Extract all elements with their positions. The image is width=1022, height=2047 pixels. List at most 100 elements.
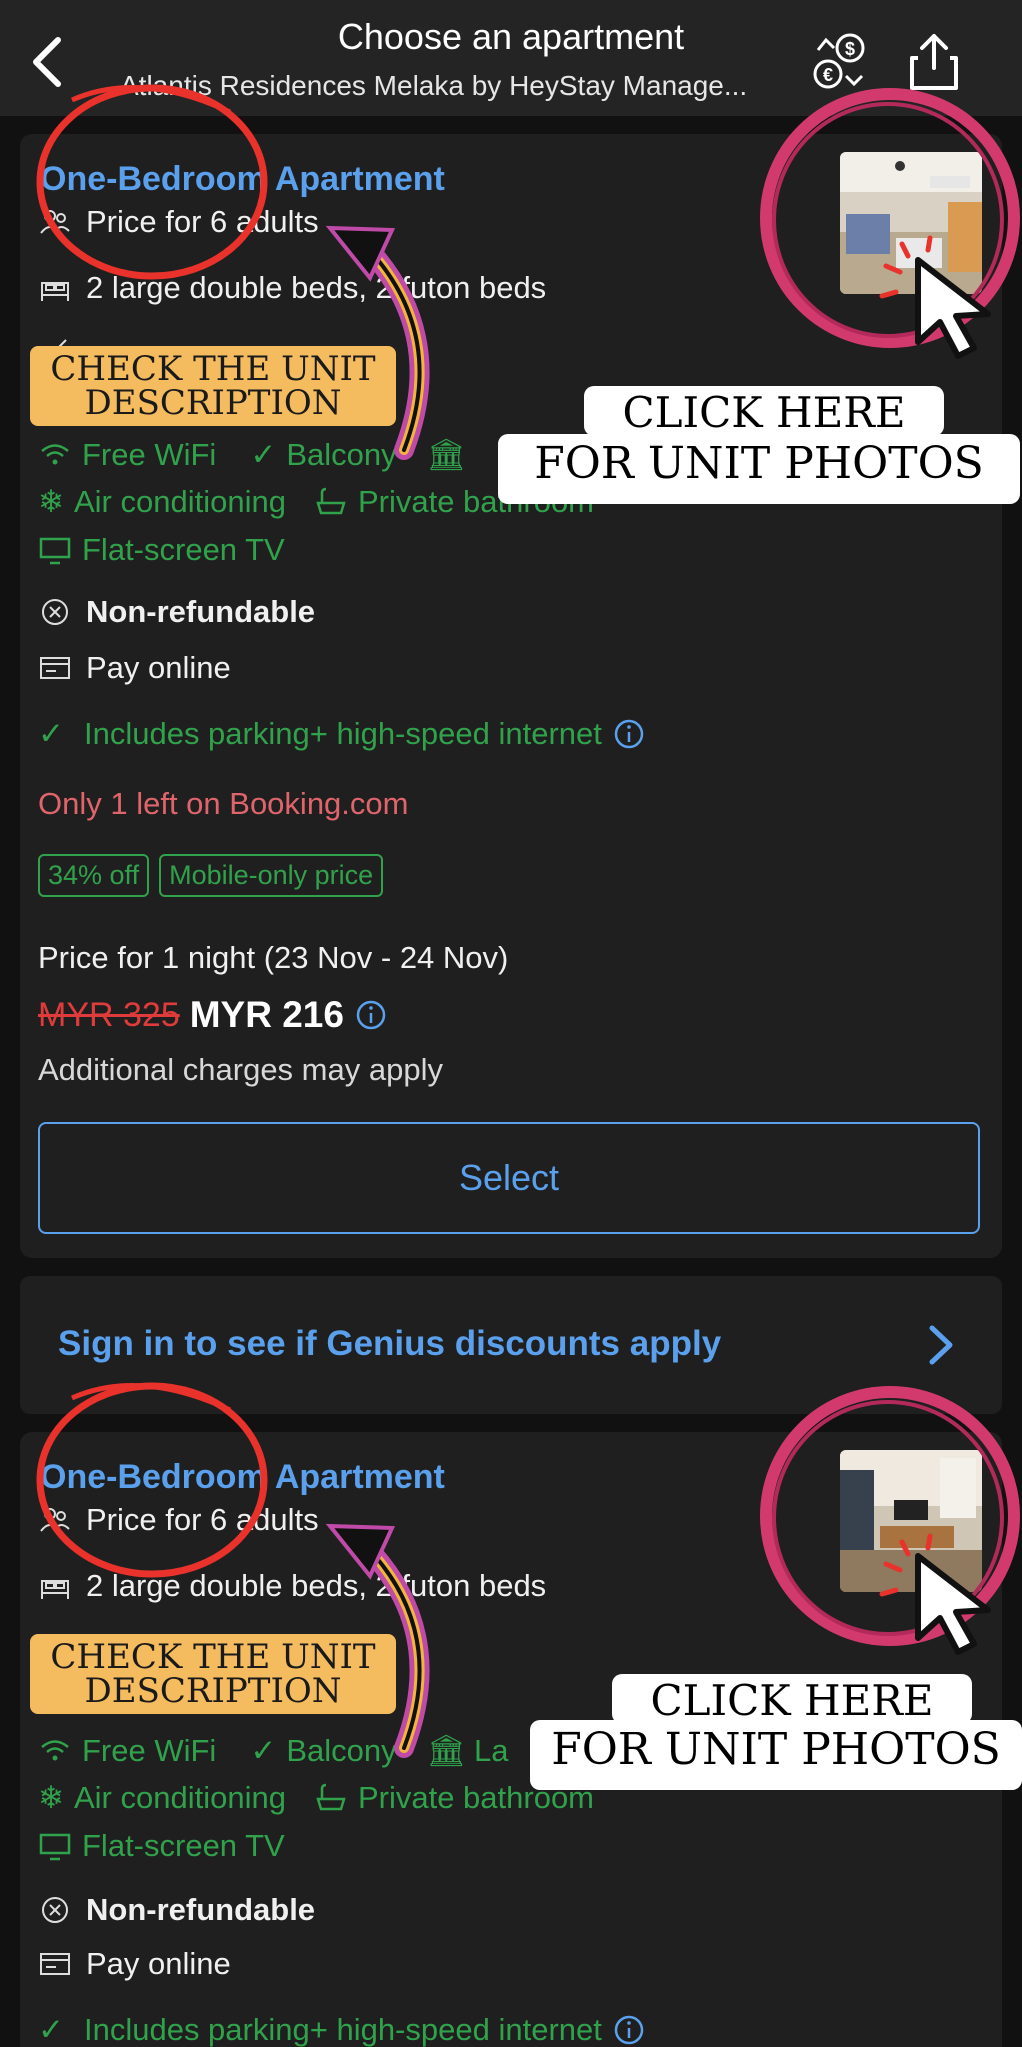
- beds-text: 2 large double beds, 2 futon beds: [86, 1568, 547, 1603]
- credit-card-icon: [40, 657, 70, 679]
- bathtub-icon: [316, 1783, 346, 1811]
- includes-text: Includes parking+ high-speed internet: [83, 716, 602, 751]
- badges-row: 34% off Mobile-only price: [38, 854, 393, 897]
- facility-wifi: Free WiFi: [82, 1732, 217, 1768]
- tag-line-1: CHECK THE UNIT: [50, 349, 376, 389]
- dining-room-photo: [840, 1450, 982, 1592]
- landmark-icon: 🏛: [426, 437, 466, 472]
- living-room-photo: [840, 152, 982, 294]
- room-title-link[interactable]: One-Bedroom Apartment: [40, 160, 445, 199]
- bed-icon: [41, 282, 69, 301]
- genius-signin-text[interactable]: Sign in to see if Genius discounts apply: [58, 1324, 721, 1364]
- facility-balcony: Balcony: [286, 436, 397, 472]
- room-photo-thumbnail[interactable]: [840, 152, 982, 294]
- price-row: MYR 325 MYR 216: [38, 994, 402, 1036]
- occupancy-text: Price for 6 adults: [86, 1502, 319, 1537]
- bathtub-icon: [316, 487, 346, 515]
- wifi-icon: [41, 443, 69, 464]
- facilities-row-1: Free WiFi ✓ Balcony 🏛 La: [38, 1732, 508, 1769]
- beds-row: 2 large double beds, 2 futon beds: [38, 1568, 546, 1604]
- non-refundable-icon: [42, 599, 68, 625]
- facility-balcony: Balcony: [286, 1732, 397, 1768]
- callout-text-2: FOR UNIT PHOTOS: [551, 1724, 1001, 1775]
- bed-icon: [41, 1580, 69, 1599]
- extra-charges-text: Additional charges may apply: [38, 1052, 443, 1087]
- mobile-price-badge: Mobile-only price: [159, 854, 384, 897]
- includes-row: ✓ Includes parking+ high-speed internet: [38, 716, 656, 752]
- tag-line-2: DESCRIPTION: [84, 1671, 342, 1711]
- tv-icon: [39, 537, 71, 565]
- callout-text-1: CLICK HERE: [622, 388, 906, 437]
- tv-icon: [39, 1833, 71, 1861]
- facilities-row-1: Free WiFi ✓ Balcony 🏛: [38, 436, 466, 473]
- check-icon: ✓: [38, 2012, 64, 2047]
- facility-air-conditioning: Air conditioning: [73, 1780, 286, 1815]
- payment-row: Pay online: [38, 1946, 231, 1982]
- facility-wifi: Free WiFi: [82, 436, 217, 472]
- check-description-tag: CHECK THE UNIT DESCRIPTION: [30, 346, 396, 426]
- facility-tv: Flat-screen TV: [82, 532, 285, 567]
- payment-text: Pay online: [86, 1946, 231, 1981]
- room-title-link[interactable]: One-Bedroom Apartment: [40, 1458, 445, 1497]
- photos-callout-line2: FOR UNIT PHOTOS: [498, 434, 1020, 504]
- callout-text-1: CLICK HERE: [650, 1676, 934, 1725]
- photos-callout-line1: CLICK HERE: [612, 1674, 972, 1724]
- includes-text: Includes parking+ high-speed internet: [83, 2012, 602, 2047]
- includes-row: ✓ Includes parking+ high-speed internet: [38, 2012, 656, 2047]
- facility-partial: La: [473, 1732, 509, 1768]
- tag-line-1: CHECK THE UNIT: [50, 1637, 376, 1677]
- check-icon: ✓: [250, 1732, 277, 1768]
- non-refundable-icon: [42, 1897, 68, 1923]
- discount-badge: 34% off: [38, 854, 150, 897]
- occupancy-text: Price for 6 adults: [86, 204, 319, 239]
- refund-policy: Non-refundable: [86, 1892, 316, 1927]
- check-icon: ✓: [38, 716, 64, 751]
- people-icon: [40, 1508, 70, 1532]
- availability-row: Only 1 left on Booking.com: [38, 786, 408, 822]
- facility-tv: Flat-screen TV: [82, 1828, 285, 1863]
- snowflake-icon: ❄: [38, 1780, 64, 1815]
- callout-text-2: FOR UNIT PHOTOS: [534, 438, 984, 489]
- snowflake-icon: ❄: [38, 484, 64, 519]
- currency-exchange-icon[interactable]: $ €: [808, 30, 872, 94]
- info-icon[interactable]: [612, 2013, 646, 2047]
- tag-line-2: DESCRIPTION: [84, 383, 342, 423]
- occupancy-row: Price for 6 adults: [38, 204, 319, 240]
- room-card: One-Bedroom Apartment Price for 6 adults…: [20, 134, 1002, 1258]
- wifi-icon: [41, 1739, 69, 1760]
- old-price: MYR 325: [38, 995, 180, 1034]
- photos-callout-line1: CLICK HERE: [584, 386, 944, 436]
- payment-row: Pay online: [38, 650, 231, 686]
- new-price: MYR 216: [189, 994, 344, 1035]
- photos-callout-line2: FOR UNIT PHOTOS: [530, 1720, 1022, 1790]
- payment-text: Pay online: [86, 650, 231, 685]
- facility-air-conditioning: Air conditioning: [73, 484, 286, 519]
- info-icon[interactable]: [354, 998, 388, 1032]
- refund-policy: Non-refundable: [86, 594, 316, 629]
- check-icon: ✓: [250, 436, 277, 472]
- svg-text:$: $: [845, 39, 855, 59]
- top-bar: Choose an apartment Atlantis Residences …: [0, 0, 1022, 116]
- facilities-row-3: Flat-screen TV: [38, 532, 285, 568]
- price-period-text: Price for 1 night (23 Nov - 24 Nov): [38, 940, 509, 975]
- extra-charges-row: Additional charges may apply: [38, 1052, 443, 1088]
- chevron-right-icon: [929, 1325, 953, 1365]
- refund-row: Non-refundable: [38, 594, 315, 630]
- facilities-row-3: Flat-screen TV: [38, 1828, 285, 1864]
- svg-text:€: €: [823, 65, 833, 85]
- landmark-icon: 🏛: [426, 1733, 466, 1768]
- info-icon[interactable]: [612, 717, 646, 751]
- availability-text: Only 1 left on Booking.com: [38, 786, 409, 821]
- price-period-row: Price for 1 night (23 Nov - 24 Nov): [38, 940, 508, 976]
- beds-text: 2 large double beds, 2 futon beds: [86, 270, 547, 305]
- credit-card-icon: [40, 1953, 70, 1975]
- occupancy-row: Price for 6 adults: [38, 1502, 319, 1538]
- check-description-tag: CHECK THE UNIT DESCRIPTION: [30, 1634, 396, 1714]
- room-photo-thumbnail[interactable]: [840, 1450, 982, 1592]
- property-subtitle: Atlantis Residences Melaka by HeyStay Ma…: [120, 70, 748, 101]
- select-button[interactable]: Select: [38, 1122, 980, 1234]
- genius-signin-banner[interactable]: Sign in to see if Genius discounts apply: [20, 1276, 1002, 1414]
- facilities-row-2: ❄ Air conditioning Private bathroom: [38, 1780, 594, 1816]
- share-icon[interactable]: [902, 30, 966, 94]
- refund-row: Non-refundable: [38, 1892, 315, 1928]
